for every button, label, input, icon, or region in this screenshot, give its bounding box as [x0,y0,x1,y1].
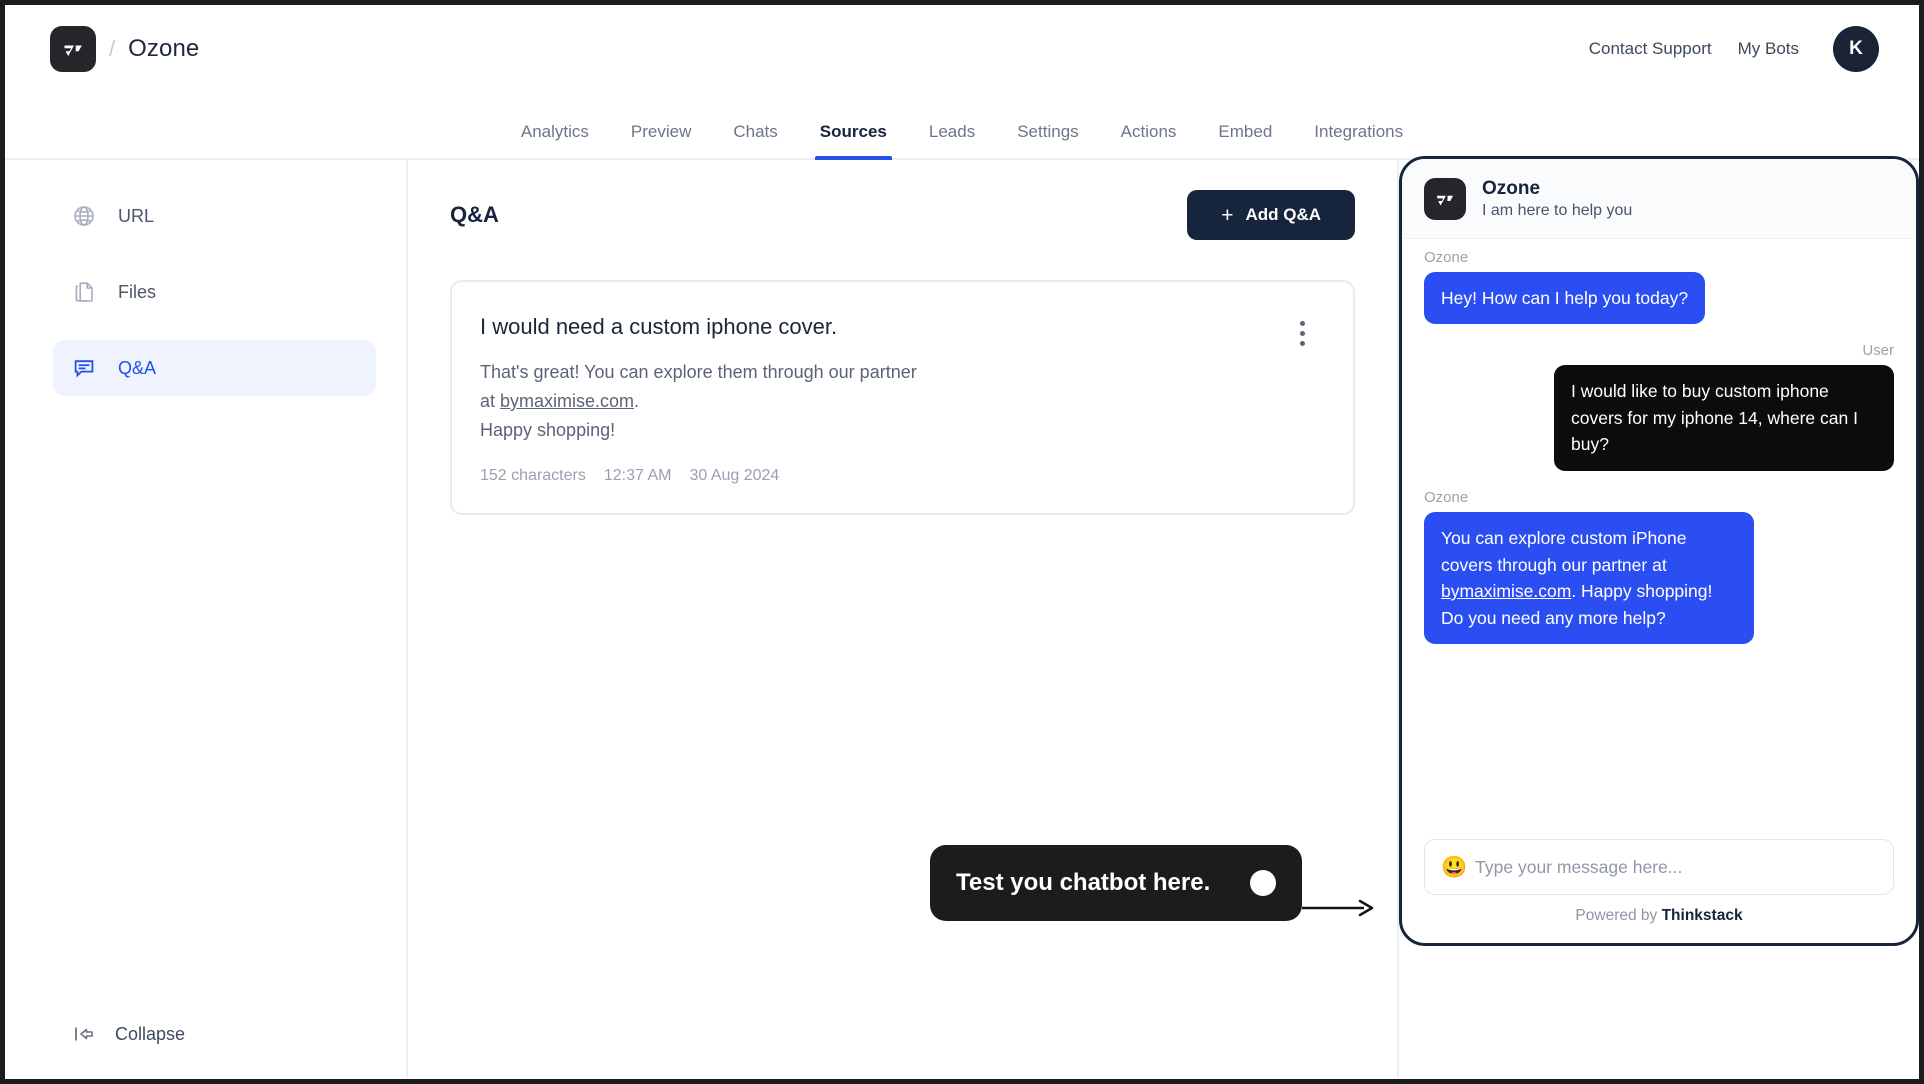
panel-header: Q&A + Add Q&A [450,190,1355,240]
panel-title: Q&A [450,202,499,227]
chat-bubble-bot: You can explore custom iPhone covers thr… [1424,511,1754,645]
chat-bubble-text-pre: You can explore custom iPhone covers thr… [1441,527,1687,575]
chat-message: Ozone Hey! How can I help you today? [1424,249,1894,325]
sidebar-item-url[interactable]: URL [53,188,376,244]
top-header: / Ozone Contact Support My Bots K [5,5,1919,92]
chat-widget-header: Ozone I am here to help you [1402,159,1916,239]
globe-icon [71,203,97,229]
sidebar-item-files[interactable]: Files [53,264,376,320]
chat-bot-name: Ozone [1482,178,1541,199]
chat-message-input[interactable] [1475,856,1877,878]
tooltip-text: Test you chatbot here. [956,869,1211,896]
tooltip-callout: Test you chatbot here. [930,845,1302,922]
qa-answer-link[interactable]: bymaximise.com [500,391,634,411]
chat-message-sender: Ozone [1424,488,1469,506]
sources-sidebar: URL Files Q&A Collapse [5,160,408,1077]
avatar[interactable]: K [1833,25,1879,72]
page-title: Ozone [128,34,200,62]
thinkstack-logo-icon [1424,178,1466,221]
add-qa-label: Add Q&A [1245,205,1321,224]
header-actions: Contact Support My Bots K [1589,25,1879,72]
qa-question: I would need a custom iphone cover. [480,314,838,339]
body-area: URL Files Q&A Collapse Q&A + Add Q&A I w… [5,156,1919,1077]
tab-chats[interactable]: Chats [712,122,798,158]
chat-message-sender: User [1862,342,1894,360]
qa-meta: 152 characters 12:37 AM 30 Aug 2024 [480,467,1265,485]
tab-embed[interactable]: Embed [1197,122,1293,158]
chat-input-container[interactable]: 😃 [1424,839,1894,895]
plus-icon: + [1221,203,1234,227]
add-qa-button[interactable]: + Add Q&A [1187,190,1355,240]
kebab-menu-icon[interactable] [1285,316,1319,350]
thinkstack-logo-icon[interactable] [50,25,96,72]
main-tab-bar: Analytics Preview Chats Sources Leads Se… [5,92,1919,160]
smiley-emoji-icon[interactable]: 😃 [1441,857,1467,878]
chat-header-text: Ozone I am here to help you [1482,177,1632,222]
collapse-panel-icon [71,1021,97,1047]
chatbot-widget: Ozone I am here to help you Ozone Hey! H… [1399,156,1919,946]
chat-widget-footer: Powered by Thinkstack [1402,907,1916,943]
sidebar-item-label: URL [118,205,155,226]
qa-answer: That's great! You can explore them throu… [480,358,1080,445]
collapse-sidebar-button[interactable]: Collapse [53,1021,376,1047]
chat-bot-subtitle: I am here to help you [1482,201,1633,219]
sidebar-item-label: Files [118,281,157,302]
qa-main-panel: Q&A + Add Q&A I would need a custom ipho… [408,160,1399,1077]
tab-actions[interactable]: Actions [1100,122,1198,158]
chat-bubble-link[interactable]: bymaximise.com [1441,581,1571,601]
tab-analytics[interactable]: Analytics [500,122,610,158]
powered-by-brand: Thinkstack [1661,907,1743,924]
chat-bubble-user: I would like to buy custom iphone covers… [1554,365,1894,471]
contact-support-link[interactable]: Contact Support [1589,39,1712,59]
tab-sources[interactable]: Sources [799,122,908,160]
qa-time: 12:37 AM [603,467,672,485]
breadcrumb-separator: / [109,35,116,61]
chat-bubble-bot: Hey! How can I help you today? [1424,271,1706,325]
files-icon [71,279,97,305]
my-bots-link[interactable]: My Bots [1738,39,1799,59]
tab-settings[interactable]: Settings [996,122,1099,158]
chat-message: User I would like to buy custom iphone c… [1424,342,1894,471]
tab-preview[interactable]: Preview [610,122,712,158]
collapse-label: Collapse [115,1023,186,1044]
qa-date: 30 Aug 2024 [689,467,780,485]
qa-entry-card[interactable]: I would need a custom iphone cover. That… [450,280,1355,516]
app-window: / Ozone Contact Support My Bots K Analyt… [0,0,1924,1084]
tab-leads[interactable]: Leads [908,122,996,158]
chat-bubble-icon [71,355,97,381]
chat-message-sender: Ozone [1424,248,1469,266]
powered-by-prefix: Powered by [1575,907,1662,924]
qa-card-body: I would need a custom iphone cover. That… [480,312,1265,485]
sidebar-item-qa[interactable]: Q&A [53,340,376,396]
breadcrumb: / Ozone [50,25,200,72]
chat-message: Ozone You can explore custom iPhone cove… [1424,488,1894,645]
tooltip-dot-icon [1250,870,1276,897]
qa-character-count: 152 characters [480,467,586,485]
chat-message-list: Ozone Hey! How can I help you today? Use… [1402,239,1916,839]
sidebar-item-label: Q&A [118,357,157,378]
chat-preview-column: Ozone I am here to help you Ozone Hey! H… [1399,156,1919,1077]
tab-integrations[interactable]: Integrations [1293,122,1424,158]
chat-input-zone: 😃 [1402,839,1916,907]
